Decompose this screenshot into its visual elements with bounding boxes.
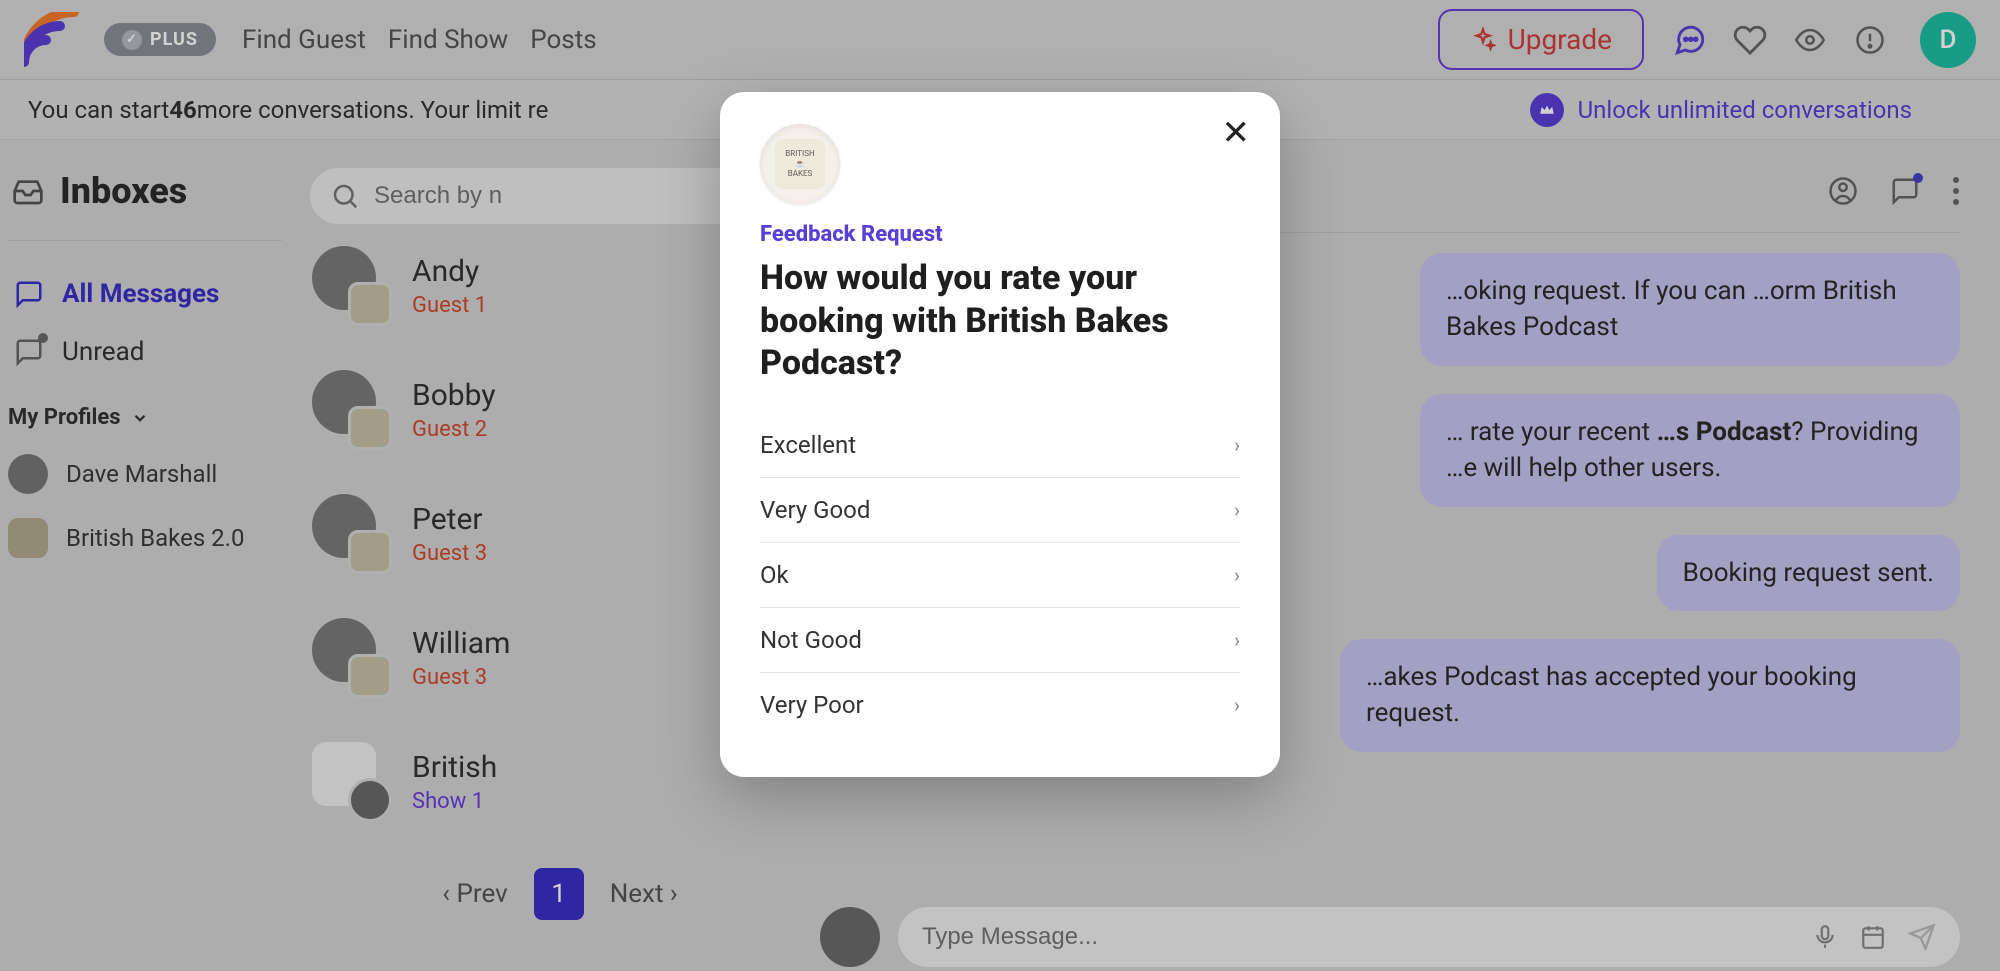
rating-options: Excellent › Very Good › Ok › Not Good › … xyxy=(760,413,1240,737)
rating-option-excellent[interactable]: Excellent › xyxy=(760,413,1240,478)
close-icon[interactable]: ✕ xyxy=(1222,116,1251,150)
chevron-right-icon: › xyxy=(1234,563,1240,587)
modal-eyebrow: Feedback Request xyxy=(760,222,1240,247)
option-label: Very Good xyxy=(760,496,870,524)
rating-option-very-poor[interactable]: Very Poor › xyxy=(760,673,1240,737)
rating-option-not-good[interactable]: Not Good › xyxy=(760,608,1240,673)
feedback-modal: ✕ BRITISH ☕ BAKES Feedback Request How w… xyxy=(720,92,1280,777)
modal-title: How would you rate your booking with Bri… xyxy=(760,257,1240,385)
chevron-right-icon: › xyxy=(1234,433,1240,457)
badge-bottom: BAKES xyxy=(788,170,813,178)
chevron-right-icon: › xyxy=(1234,628,1240,652)
option-label: Not Good xyxy=(760,626,862,654)
option-label: Very Poor xyxy=(760,691,864,719)
rating-option-ok[interactable]: Ok › xyxy=(760,543,1240,608)
chevron-right-icon: › xyxy=(1234,693,1240,717)
modal-scrim[interactable]: ✕ BRITISH ☕ BAKES Feedback Request How w… xyxy=(0,0,2000,971)
rating-option-very-good[interactable]: Very Good › xyxy=(760,478,1240,543)
option-label: Excellent xyxy=(760,431,856,459)
teapot-icon: ☕ xyxy=(795,160,805,168)
badge-top: BRITISH xyxy=(785,150,814,158)
modal-avatar: BRITISH ☕ BAKES xyxy=(760,124,840,204)
option-label: Ok xyxy=(760,561,789,589)
chevron-right-icon: › xyxy=(1234,498,1240,522)
podcast-badge: BRITISH ☕ BAKES xyxy=(775,139,825,189)
app-root: ✓ PLUS Find Guest Find Show Posts Upgrad… xyxy=(0,0,2000,971)
